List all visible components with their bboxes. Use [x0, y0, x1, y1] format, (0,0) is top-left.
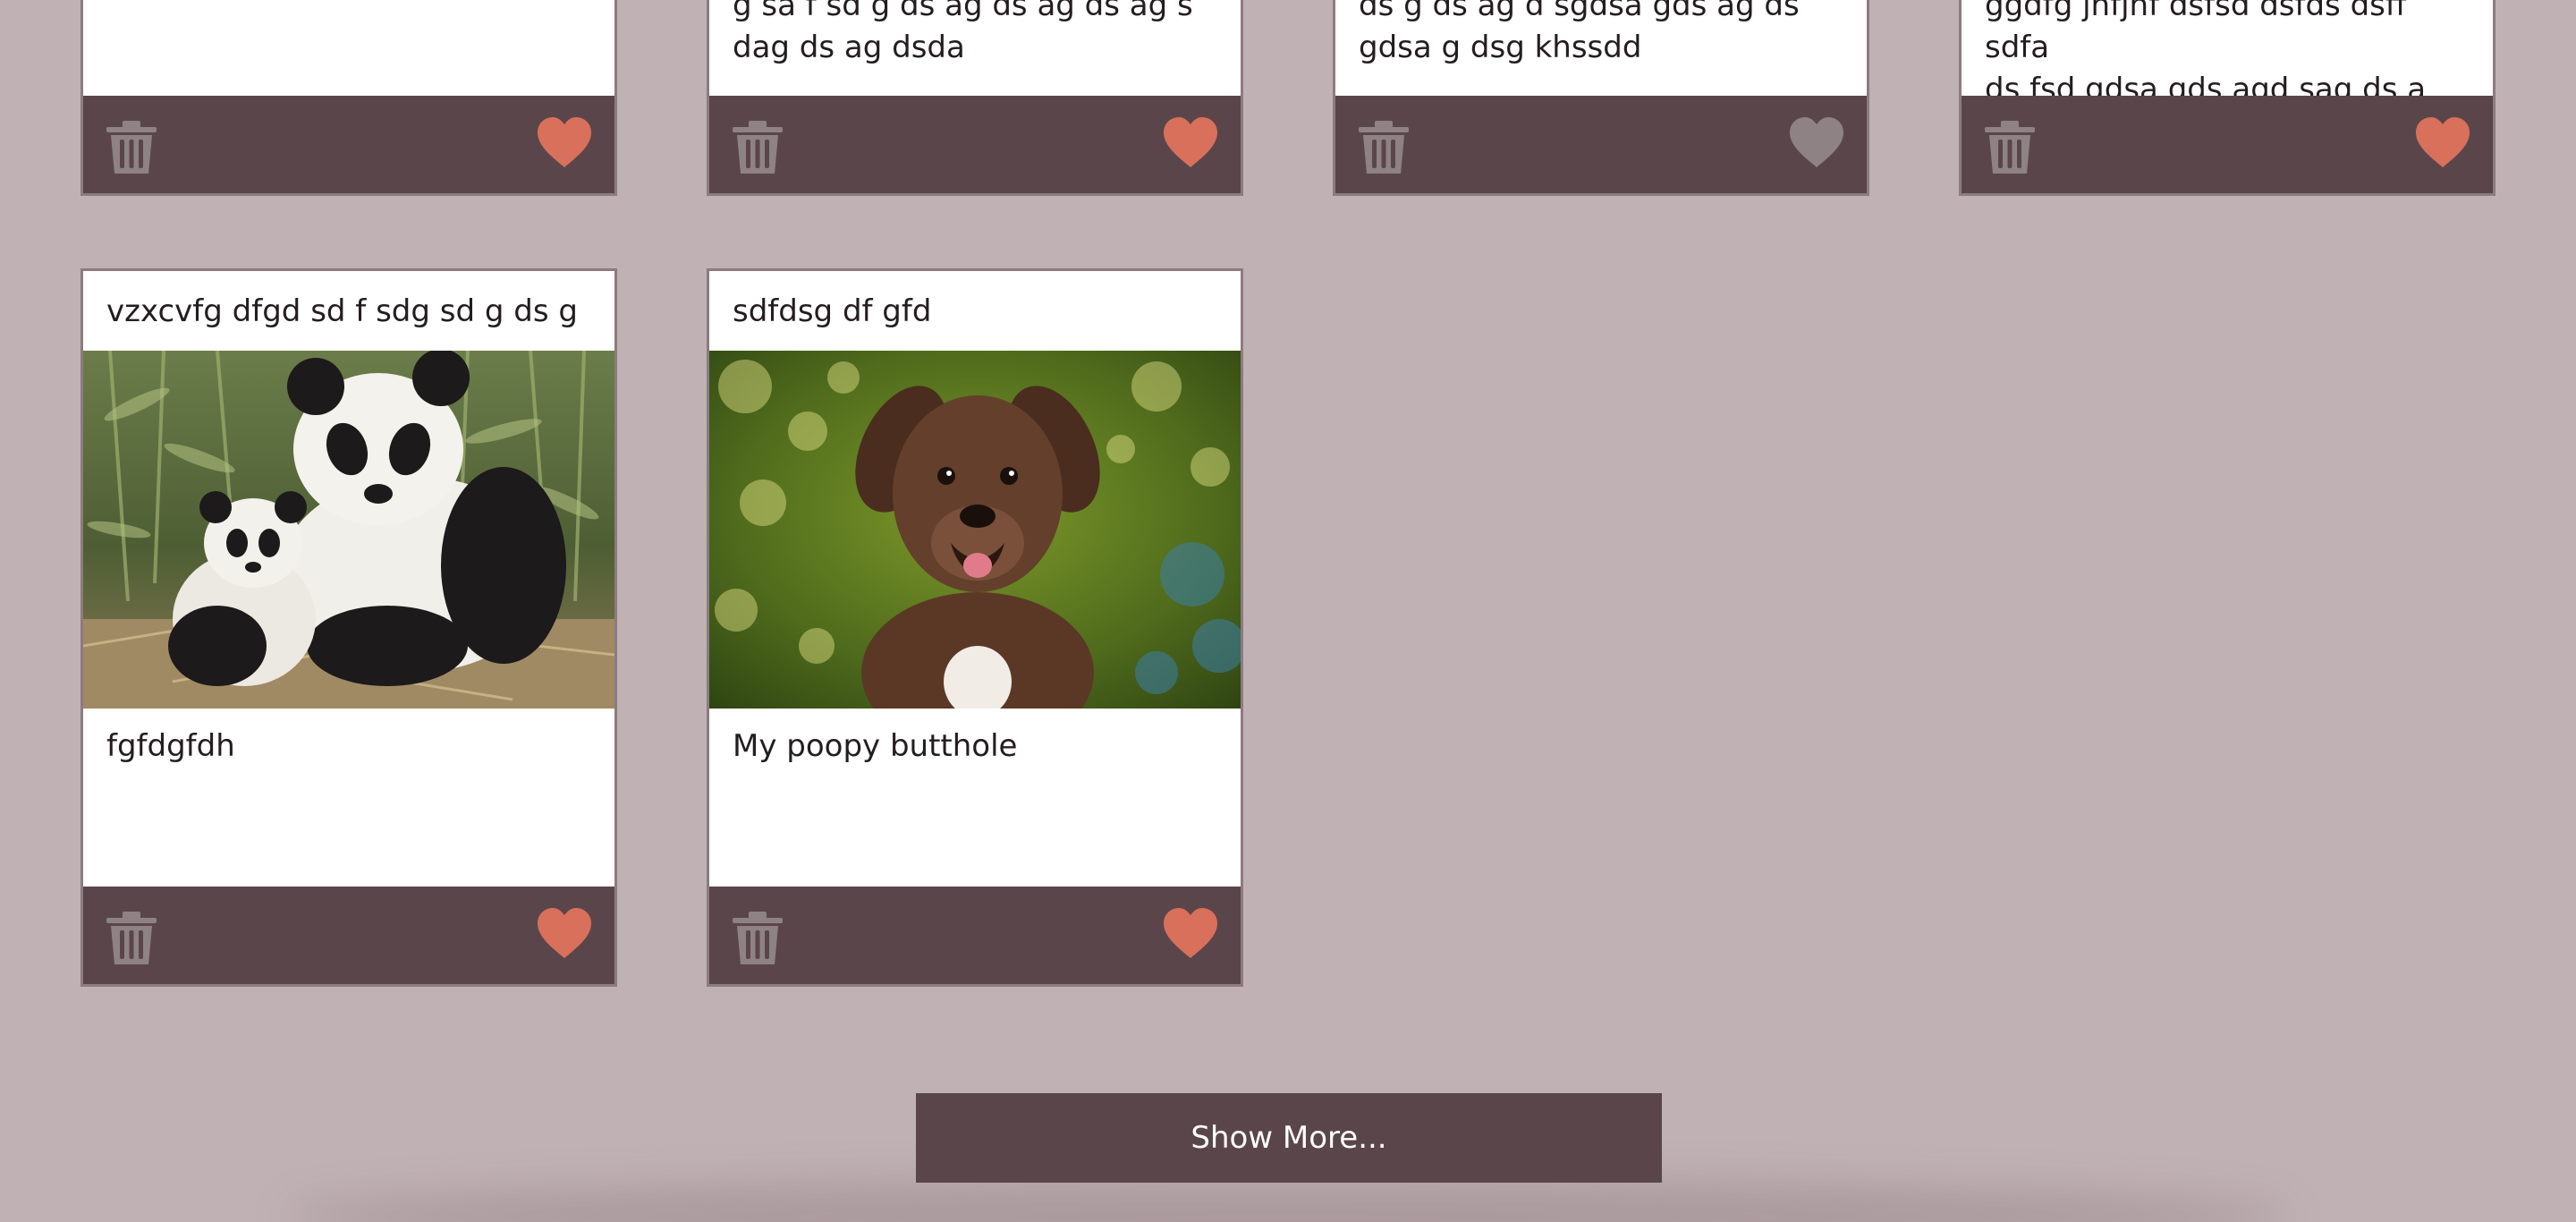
card-text: g sa f sd g ds ag ds ag ds ag s dag ds ag… [733, 0, 1193, 65]
card-footer [1962, 96, 2493, 193]
card-footer [709, 96, 1241, 193]
trash-icon[interactable] [1357, 120, 1411, 175]
card-footer [1335, 96, 1867, 193]
card-footer [709, 887, 1241, 984]
heart-icon[interactable] [536, 906, 593, 960]
post-card: sdfdsg df gfd My poopy butthole [707, 268, 1243, 987]
card-footer [83, 96, 614, 193]
show-more-button[interactable]: Show More... [916, 1093, 1662, 1183]
card-caption: fgfdgfdh [106, 728, 235, 764]
post-card [80, 0, 617, 196]
heart-icon[interactable] [1162, 115, 1219, 169]
post-card: vzxcvfg dfgd sd f sdg sd g ds g fgfdgfdh [80, 268, 617, 987]
trash-icon[interactable] [105, 120, 158, 175]
puppy-photo [709, 351, 1241, 709]
heart-icon[interactable] [536, 115, 593, 169]
card-footer [83, 887, 614, 984]
trash-icon[interactable] [1983, 120, 2037, 175]
trash-icon[interactable] [105, 911, 158, 966]
card-title: vzxcvfg dfgd sd f sdg sd g ds g [106, 293, 578, 329]
heart-icon[interactable] [1788, 115, 1845, 169]
heart-icon[interactable] [2414, 115, 2471, 169]
post-card: g sa f sd g ds ag ds ag ds ag s dag ds ag… [707, 0, 1243, 196]
footer-shadow [286, 1181, 2290, 1222]
heart-icon[interactable] [1162, 906, 1219, 960]
card-text: ds g ds ag d sgdsa gds ag ds gdsa g dsg k… [1359, 0, 1800, 65]
trash-icon[interactable] [731, 120, 784, 175]
card-title: sdfdsg df gfd [733, 293, 932, 329]
panda-photo [83, 351, 614, 709]
page: g sa f sd g ds ag ds ag ds ag s dag ds ag… [0, 0, 2576, 1222]
post-card: ds g ds ag d sgdsa gds ag ds gdsa g dsg k… [1333, 0, 1869, 196]
card-caption: My poopy butthole [733, 728, 1018, 764]
card-text: ggdfg jnfjnf dsfsd dsfds dsff sdfa ds fsd… [1985, 0, 2427, 107]
trash-icon[interactable] [731, 911, 784, 966]
post-card: ggdfg jnfjnf dsfsd dsfds dsff sdfa ds fsd… [1959, 0, 2496, 196]
